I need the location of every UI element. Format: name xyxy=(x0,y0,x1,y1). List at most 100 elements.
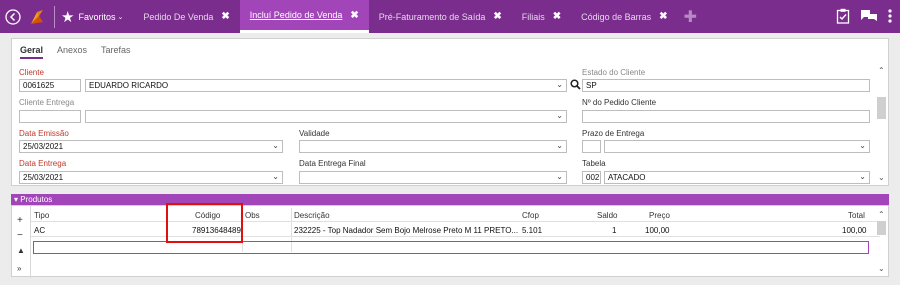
chat-icon[interactable] xyxy=(860,9,878,25)
close-icon[interactable]: ✖ xyxy=(553,11,561,22)
chevron-down-icon[interactable]: ⌄ xyxy=(272,173,279,181)
tab-geral[interactable]: Geral xyxy=(20,45,44,59)
divider xyxy=(54,5,55,28)
col-header-saldo[interactable]: Saldo xyxy=(597,211,617,220)
cliente-code-field[interactable]: 0061625 xyxy=(19,79,81,92)
close-icon[interactable]: ✖ xyxy=(350,10,358,21)
chevron-down-icon: ⌄ xyxy=(117,13,124,21)
close-icon[interactable]: ✖ xyxy=(493,11,501,22)
grid-toolbar: + − ▲ » xyxy=(12,206,31,278)
col-header-descricao[interactable]: Descrição xyxy=(294,211,330,220)
estado-label: Estado do Cliente xyxy=(582,68,646,77)
top-bar: ★ Favoritos ⌄ Pedido De Venda ✖ Incluí P… xyxy=(0,0,900,33)
chevron-down-icon[interactable]: ⌄ xyxy=(859,173,866,181)
cliente-entrega-label: Cliente Entrega xyxy=(19,98,75,107)
scroll-up-icon[interactable]: ⌃ xyxy=(878,210,885,219)
tab-label: Pré-Faturamento de Saída xyxy=(378,11,486,22)
highlight-box xyxy=(166,203,243,243)
col-header-preco[interactable]: Preço xyxy=(649,211,670,220)
tab-label: Pedido De Venda xyxy=(143,11,214,22)
chevron-down-icon[interactable]: ⌄ xyxy=(556,81,563,89)
validade-field[interactable]: ⌄ xyxy=(299,140,567,153)
produtos-grid: + − ▲ » Tipo Código Obs Descrição Cfop S… xyxy=(11,205,889,278)
search-icon[interactable] xyxy=(570,79,581,92)
num-pedido-cliente-label: Nº do Pedido Cliente xyxy=(582,98,657,107)
cell-tipo: AC xyxy=(34,226,46,235)
form-scrollbar[interactable]: ⌃ ⌄ xyxy=(877,65,886,185)
chevron-down-icon[interactable]: ⌄ xyxy=(556,112,563,120)
data-emissao-value: 25/03/2021 xyxy=(23,142,64,151)
num-pedido-cliente-field[interactable] xyxy=(582,110,870,123)
top-right-actions xyxy=(836,0,892,33)
close-icon[interactable]: ✖ xyxy=(221,11,229,22)
scroll-down-icon[interactable]: ⌄ xyxy=(878,264,885,273)
remove-row-icon[interactable]: − xyxy=(17,230,23,241)
col-header-tipo[interactable]: Tipo xyxy=(34,211,49,220)
chevron-down-icon[interactable]: ⌄ xyxy=(556,173,563,181)
collapse-icon[interactable]: ▾ xyxy=(14,195,18,204)
cell-preco: 100,00 xyxy=(645,226,670,235)
add-row-icon[interactable]: + xyxy=(17,215,23,226)
prazo-entrega-label: Prazo de Entrega xyxy=(582,129,645,138)
logo-icon xyxy=(26,0,48,33)
chevron-down-icon[interactable]: ⌄ xyxy=(272,142,279,150)
expand-icon[interactable]: » xyxy=(17,264,21,273)
scroll-thumb[interactable] xyxy=(877,221,886,235)
cliente-label: Cliente xyxy=(19,68,44,77)
form-tabs: Geral Anexos Tarefas xyxy=(20,45,131,59)
tab-label: Código de Barras xyxy=(581,11,652,22)
estado-field[interactable]: SP xyxy=(582,79,870,92)
move-up-icon[interactable]: ▲ xyxy=(17,246,25,255)
add-tab-icon[interactable]: ✚ xyxy=(684,7,697,27)
divider xyxy=(31,221,880,222)
new-row-input[interactable] xyxy=(33,241,869,254)
tab-codigo-de-barras[interactable]: Código de Barras ✖ xyxy=(571,0,677,33)
favorites-menu[interactable]: ★ Favoritos ⌄ xyxy=(61,8,123,26)
col-header-total[interactable]: Total xyxy=(848,211,865,220)
prazo-entrega-field[interactable]: ⌄ xyxy=(604,140,870,153)
data-entrega-final-field[interactable]: ⌄ xyxy=(299,171,567,184)
favorites-label: Favoritos xyxy=(78,11,116,22)
data-emissao-label: Data Emissão xyxy=(19,129,69,138)
chevron-down-icon[interactable]: ⌄ xyxy=(859,142,866,150)
tab-pre-faturamento[interactable]: Pré-Faturamento de Saída ✖ xyxy=(369,0,512,33)
tab-inclui-pedido-de-venda[interactable]: Incluí Pedido de Venda ✖ xyxy=(239,0,369,33)
produtos-header[interactable]: ▾ Produtos xyxy=(11,194,889,205)
clipboard-icon[interactable] xyxy=(836,8,850,26)
scroll-up-icon[interactable]: ⌃ xyxy=(878,66,885,75)
tab-anexos[interactable]: Anexos xyxy=(57,45,87,59)
cliente-name-value: EDUARDO RICARDO xyxy=(89,81,169,90)
tab-filiais[interactable]: Filiais ✖ xyxy=(512,0,571,33)
data-entrega-field[interactable]: 25/03/2021 ⌄ xyxy=(19,171,283,184)
tabela-field[interactable]: ATACADO ⌄ xyxy=(604,171,870,184)
data-entrega-value: 25/03/2021 xyxy=(23,173,64,182)
cell-cfop: 5.101 xyxy=(522,226,543,235)
tabela-code-field[interactable]: 002 xyxy=(582,171,601,184)
grid-scrollbar[interactable]: ⌃ ⌄ xyxy=(877,210,886,274)
star-icon: ★ xyxy=(61,8,75,26)
form-panel: Geral Anexos Tarefas Cliente 0061625 EDU… xyxy=(11,38,889,186)
prazo-entrega-code-field[interactable] xyxy=(582,140,601,153)
col-header-obs[interactable]: Obs xyxy=(245,211,260,220)
cliente-name-field[interactable]: EDUARDO RICARDO ⌄ xyxy=(85,79,567,92)
cliente-entrega-code-field[interactable] xyxy=(19,110,81,123)
validade-label: Validade xyxy=(299,129,330,138)
cell-total: 100,00 xyxy=(842,226,867,235)
close-icon[interactable]: ✖ xyxy=(659,11,667,22)
divider xyxy=(31,236,880,237)
tab-pedido-de-venda[interactable]: Pedido De Venda ✖ xyxy=(133,0,239,33)
back-icon[interactable] xyxy=(0,0,26,33)
scroll-down-icon[interactable]: ⌄ xyxy=(878,173,885,182)
tab-label: Filiais xyxy=(521,11,545,22)
chevron-down-icon[interactable]: ⌄ xyxy=(556,142,563,150)
more-vertical-icon[interactable] xyxy=(888,8,892,25)
cell-descricao: 232225 - Top Nadador Sem Bojo Melrose Pr… xyxy=(294,226,519,235)
tabela-label: Tabela xyxy=(582,159,606,168)
tabela-value: ATACADO xyxy=(608,173,646,182)
scroll-thumb[interactable] xyxy=(877,97,886,119)
col-header-cfop[interactable]: Cfop xyxy=(522,211,539,220)
cliente-entrega-name-field[interactable]: ⌄ xyxy=(85,110,567,123)
data-entrega-label: Data Entrega xyxy=(19,159,67,168)
tab-tarefas[interactable]: Tarefas xyxy=(101,45,131,59)
data-emissao-field[interactable]: 25/03/2021 ⌄ xyxy=(19,140,283,153)
